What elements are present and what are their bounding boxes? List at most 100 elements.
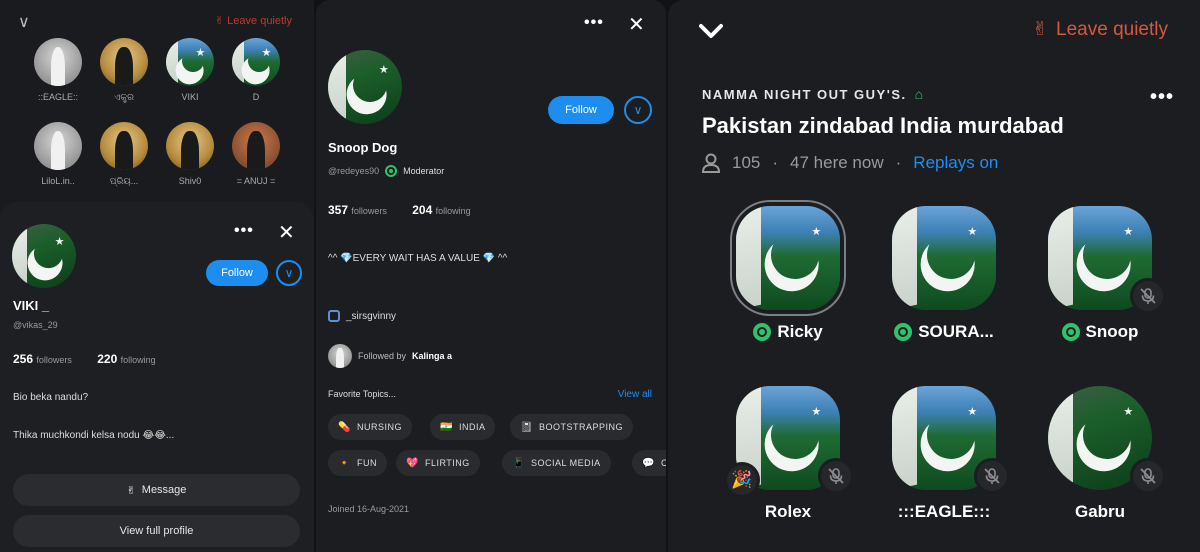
bio-text: ^^ 💎EVERY WAIT HAS A VALUE 💎 ^^ xyxy=(328,253,508,264)
topic-label: SOCIAL MEDIA xyxy=(530,458,601,468)
message-button[interactable]: ✌ Message xyxy=(13,474,300,506)
mini-speaker[interactable]: Shiv0 xyxy=(162,122,218,186)
topic-chip[interactable]: 💖 FLIRTING xyxy=(396,450,480,476)
chevron-down-icon[interactable]: ∨ xyxy=(276,260,302,286)
avatar-silhouette xyxy=(115,46,133,86)
followed-by-row[interactable]: Followed by Kalinga a xyxy=(328,344,452,368)
profile-card-viki: ••• ✕ ★ Follow ∨ VIKI _ @vikas_29 256 fo… xyxy=(0,202,314,552)
leave-quietly-link[interactable]: ✌ Leave quietly xyxy=(215,14,292,27)
peace-hand-icon: ✌ xyxy=(1032,19,1049,40)
separator: · xyxy=(895,153,902,172)
topic-chip[interactable]: 📱 SOCIAL MEDIA xyxy=(502,450,611,476)
message-label: Message xyxy=(141,484,187,496)
mini-speaker-name: D xyxy=(252,92,260,102)
mini-speaker[interactable]: = ANUJ = xyxy=(228,122,284,186)
speaker-label: Gabru xyxy=(1030,502,1170,522)
speaker-label: :::EAGLE::: xyxy=(874,502,1014,522)
view-all-link[interactable]: View all xyxy=(618,389,652,400)
speaker-tile[interactable]: ★ Snoop xyxy=(1030,206,1170,342)
mini-speaker[interactable]: ★ VIKI xyxy=(162,38,218,102)
mic-muted-icon xyxy=(1130,278,1166,314)
moderator-badge-icon xyxy=(753,323,772,341)
separator: · xyxy=(772,153,779,172)
leave-label: Leave quietly xyxy=(1056,18,1168,40)
following-count[interactable]: 204 xyxy=(412,203,432,217)
avatar xyxy=(34,122,82,170)
topic-emoji-icon: 💬 xyxy=(642,457,655,469)
club-name: NAMMA NIGHT OUT GUY'S. xyxy=(702,86,907,102)
followed-by-name: Kalinga a xyxy=(412,351,453,361)
club-name-row[interactable]: NAMMA NIGHT OUT GUY'S. ⌂ xyxy=(702,86,925,102)
speaker-avatar: ★ xyxy=(892,206,996,310)
speaker-tile[interactable]: ★ SOURA... xyxy=(874,206,1014,342)
star-icon: ★ xyxy=(967,225,978,238)
topic-chip[interactable]: 🔸 FUN xyxy=(328,450,387,476)
here-now: 47 here now xyxy=(790,153,884,172)
followers-label: followers xyxy=(351,206,387,216)
follow-button[interactable]: Follow xyxy=(206,260,268,286)
chevron-down-icon[interactable] xyxy=(698,18,724,44)
topic-chip[interactable]: 💬 C xyxy=(632,450,666,476)
link-label: _sirsgvinny xyxy=(346,310,397,322)
mini-speaker[interactable]: LiloL.in.. xyxy=(30,122,86,186)
avatar-silhouette xyxy=(50,46,66,86)
mini-speaker-name: ::EAGLE:: xyxy=(37,92,79,102)
close-icon[interactable]: ✕ xyxy=(628,12,645,37)
followers-count[interactable]: 256 xyxy=(13,352,33,366)
leave-quietly-button[interactable]: ✌ Leave quietly xyxy=(1032,18,1168,41)
topic-label: BOOTSTRAPPING xyxy=(538,422,623,432)
follow-label: Follow xyxy=(565,104,597,116)
follow-button[interactable]: Follow xyxy=(548,96,614,124)
speaker-tile[interactable]: ★ 🎉 Rolex xyxy=(718,386,858,522)
mini-speaker[interactable]: ::EAGLE:: xyxy=(30,38,86,102)
more-dots-icon[interactable]: ••• xyxy=(234,222,254,240)
more-dots-icon[interactable]: ••• xyxy=(1150,86,1174,109)
leave-label: Leave quietly xyxy=(227,15,292,27)
mini-speaker[interactable]: ★ D xyxy=(228,38,284,102)
mini-speaker[interactable]: ଏକ୍ଟ୍ର xyxy=(96,38,152,103)
mic-muted-icon xyxy=(974,458,1010,494)
chevron-down-icon[interactable]: ∨ xyxy=(624,96,652,124)
mic-muted-icon xyxy=(818,458,854,494)
close-icon[interactable]: ✕ xyxy=(278,220,295,245)
room-panel: ✌ Leave quietly NAMMA NIGHT OUT GUY'S. ⌂… xyxy=(668,0,1200,552)
listener-count: 105 xyxy=(732,153,761,172)
favorite-topics-label: Favorite Topics... xyxy=(328,389,396,399)
avatar: ★ xyxy=(166,38,214,86)
bio-line: Thika muchkondi kelsa nodu 😂😂... xyxy=(13,430,175,441)
mini-speaker-name: LiloL.in.. xyxy=(41,176,75,186)
avatar xyxy=(100,38,148,86)
speaker-tile[interactable]: ★ Gabru xyxy=(1030,386,1170,522)
following-label: following xyxy=(120,355,156,365)
avatar xyxy=(100,122,148,170)
topic-chip[interactable]: 📓 BOOTSTRAPPING xyxy=(510,414,633,440)
avatar-silhouette xyxy=(247,130,265,170)
following-count[interactable]: 220 xyxy=(97,352,117,366)
more-dots-icon[interactable]: ••• xyxy=(584,14,604,32)
mini-speaker[interactable]: ପ୍ରିୟ... xyxy=(96,122,152,187)
follow-label: Follow xyxy=(221,267,253,279)
view-profile-label: View full profile xyxy=(119,525,194,537)
topic-chip[interactable]: 💊 NURSING xyxy=(328,414,412,440)
topic-label: NURSING xyxy=(356,422,402,432)
chevron-down-icon[interactable]: ∨ xyxy=(18,12,30,32)
topic-label: C xyxy=(660,458,666,468)
speaker-name: SOURA... xyxy=(918,322,994,341)
speaker-tile[interactable]: ★ Ricky xyxy=(718,206,858,342)
profile-handle: @redeyes90 xyxy=(328,166,380,176)
party-popper-icon: 🎉 xyxy=(724,462,760,498)
social-link[interactable]: _sirsgvinny xyxy=(328,310,396,322)
speaker-name: Gabru xyxy=(1074,502,1126,521)
speaker-tile[interactable]: ★:::EAGLE::: xyxy=(874,386,1014,522)
replays-status[interactable]: Replays on xyxy=(913,153,998,173)
speaker-label: Ricky xyxy=(718,322,858,342)
topic-chip[interactable]: 🇮🇳 INDIA xyxy=(430,414,496,440)
followers-count[interactable]: 357 xyxy=(328,203,348,217)
avatar: ★ xyxy=(12,224,76,288)
speaker-name: Ricky xyxy=(777,322,823,341)
star-icon: ★ xyxy=(261,46,272,59)
mini-speaker-name: = ANUJ = xyxy=(236,176,276,186)
topic-label: FUN xyxy=(356,458,377,468)
view-full-profile-button[interactable]: View full profile xyxy=(13,515,300,547)
speaker-name: Snoop xyxy=(1085,322,1139,341)
